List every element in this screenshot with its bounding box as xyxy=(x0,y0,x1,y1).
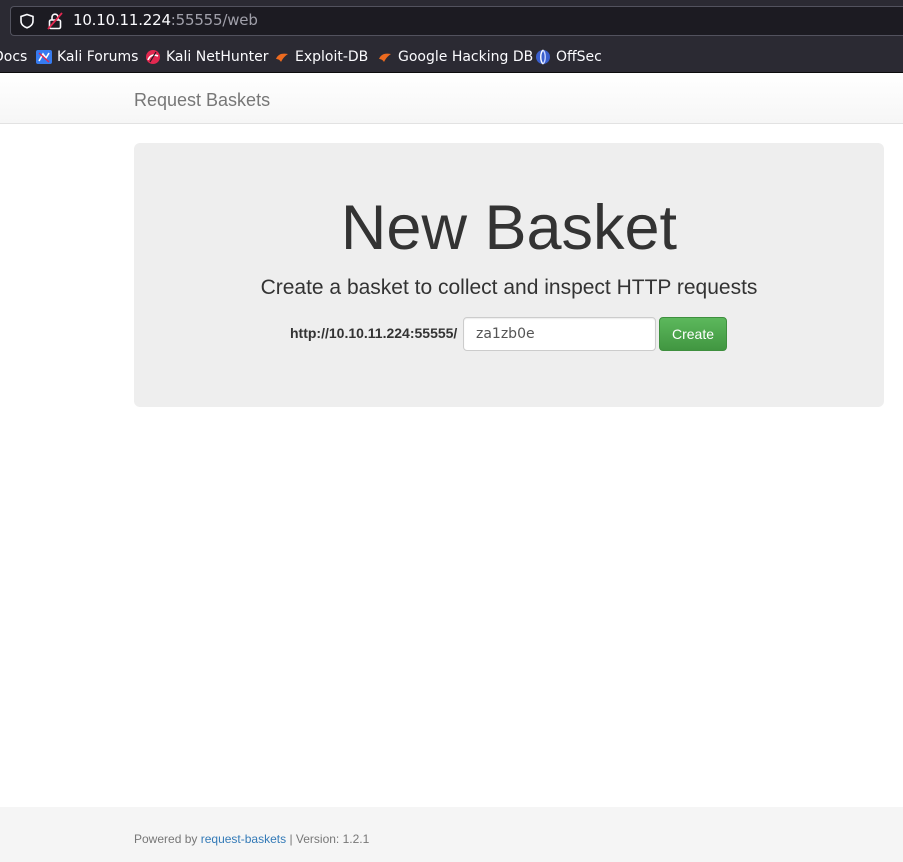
bookmark-label: Google Hacking DB xyxy=(398,49,534,65)
offsec-icon xyxy=(536,49,550,65)
bookmark-kali-nethunter[interactable]: Kali NetHunter xyxy=(145,48,268,66)
page-title: New Basket xyxy=(340,193,678,263)
url-host: 10.10.11.224 xyxy=(73,11,171,29)
basket-name-input[interactable] xyxy=(463,317,656,351)
footer: Powered by request-baskets | Version: 1.… xyxy=(0,807,903,862)
bookmark-kali-forums[interactable]: Kali Forums xyxy=(36,48,138,66)
bookmark-label: Exploit-DB xyxy=(295,49,369,65)
bookmark-google-hacking-db[interactable]: Google Hacking DB xyxy=(377,48,533,66)
browser-toolbar: 10.10.11.224:55555/web xyxy=(0,0,903,40)
bookmark-label: Docs xyxy=(0,49,28,65)
bookmark-label: Kali Forums xyxy=(57,49,139,65)
navbar-brand[interactable]: Request Baskets xyxy=(134,90,270,111)
new-basket-panel: New Basket Create a basket to collect an… xyxy=(134,143,884,407)
bookmarks-toolbar: Docs Kali Forums Kali NetHunter Exploit-… xyxy=(0,40,903,73)
shield-icon[interactable] xyxy=(19,13,35,29)
bookmark-label: Kali NetHunter xyxy=(166,49,269,65)
create-button[interactable]: Create xyxy=(659,317,727,351)
footer-version: | Version: 1.2.1 xyxy=(289,832,370,846)
url-text[interactable]: 10.10.11.224:55555/web xyxy=(73,11,258,29)
footer-powered-by: Powered by xyxy=(134,832,198,846)
page-subtitle: Create a basket to collect and inspect H… xyxy=(260,276,758,299)
url-path: :55555/web xyxy=(170,11,258,29)
kali-nethunter-icon xyxy=(146,50,160,64)
exploit-db-icon xyxy=(276,53,288,62)
google-hacking-db-icon xyxy=(379,53,391,62)
kali-forums-icon xyxy=(36,50,52,64)
basket-url-prefix: http://10.10.11.224:55555/ xyxy=(290,325,458,341)
footer-text: Powered by request-baskets | Version: 1.… xyxy=(134,832,369,846)
insecure-lock-icon[interactable] xyxy=(47,12,63,30)
request-baskets-link[interactable]: request-baskets xyxy=(201,832,286,846)
navbar: Request Baskets xyxy=(0,74,903,124)
bookmark-exploit-db[interactable]: Exploit-DB xyxy=(274,48,368,66)
bookmark-docs[interactable]: Docs xyxy=(0,48,27,66)
bookmark-label: OffSec xyxy=(556,49,602,65)
bookmark-offsec[interactable]: OffSec xyxy=(535,48,602,66)
